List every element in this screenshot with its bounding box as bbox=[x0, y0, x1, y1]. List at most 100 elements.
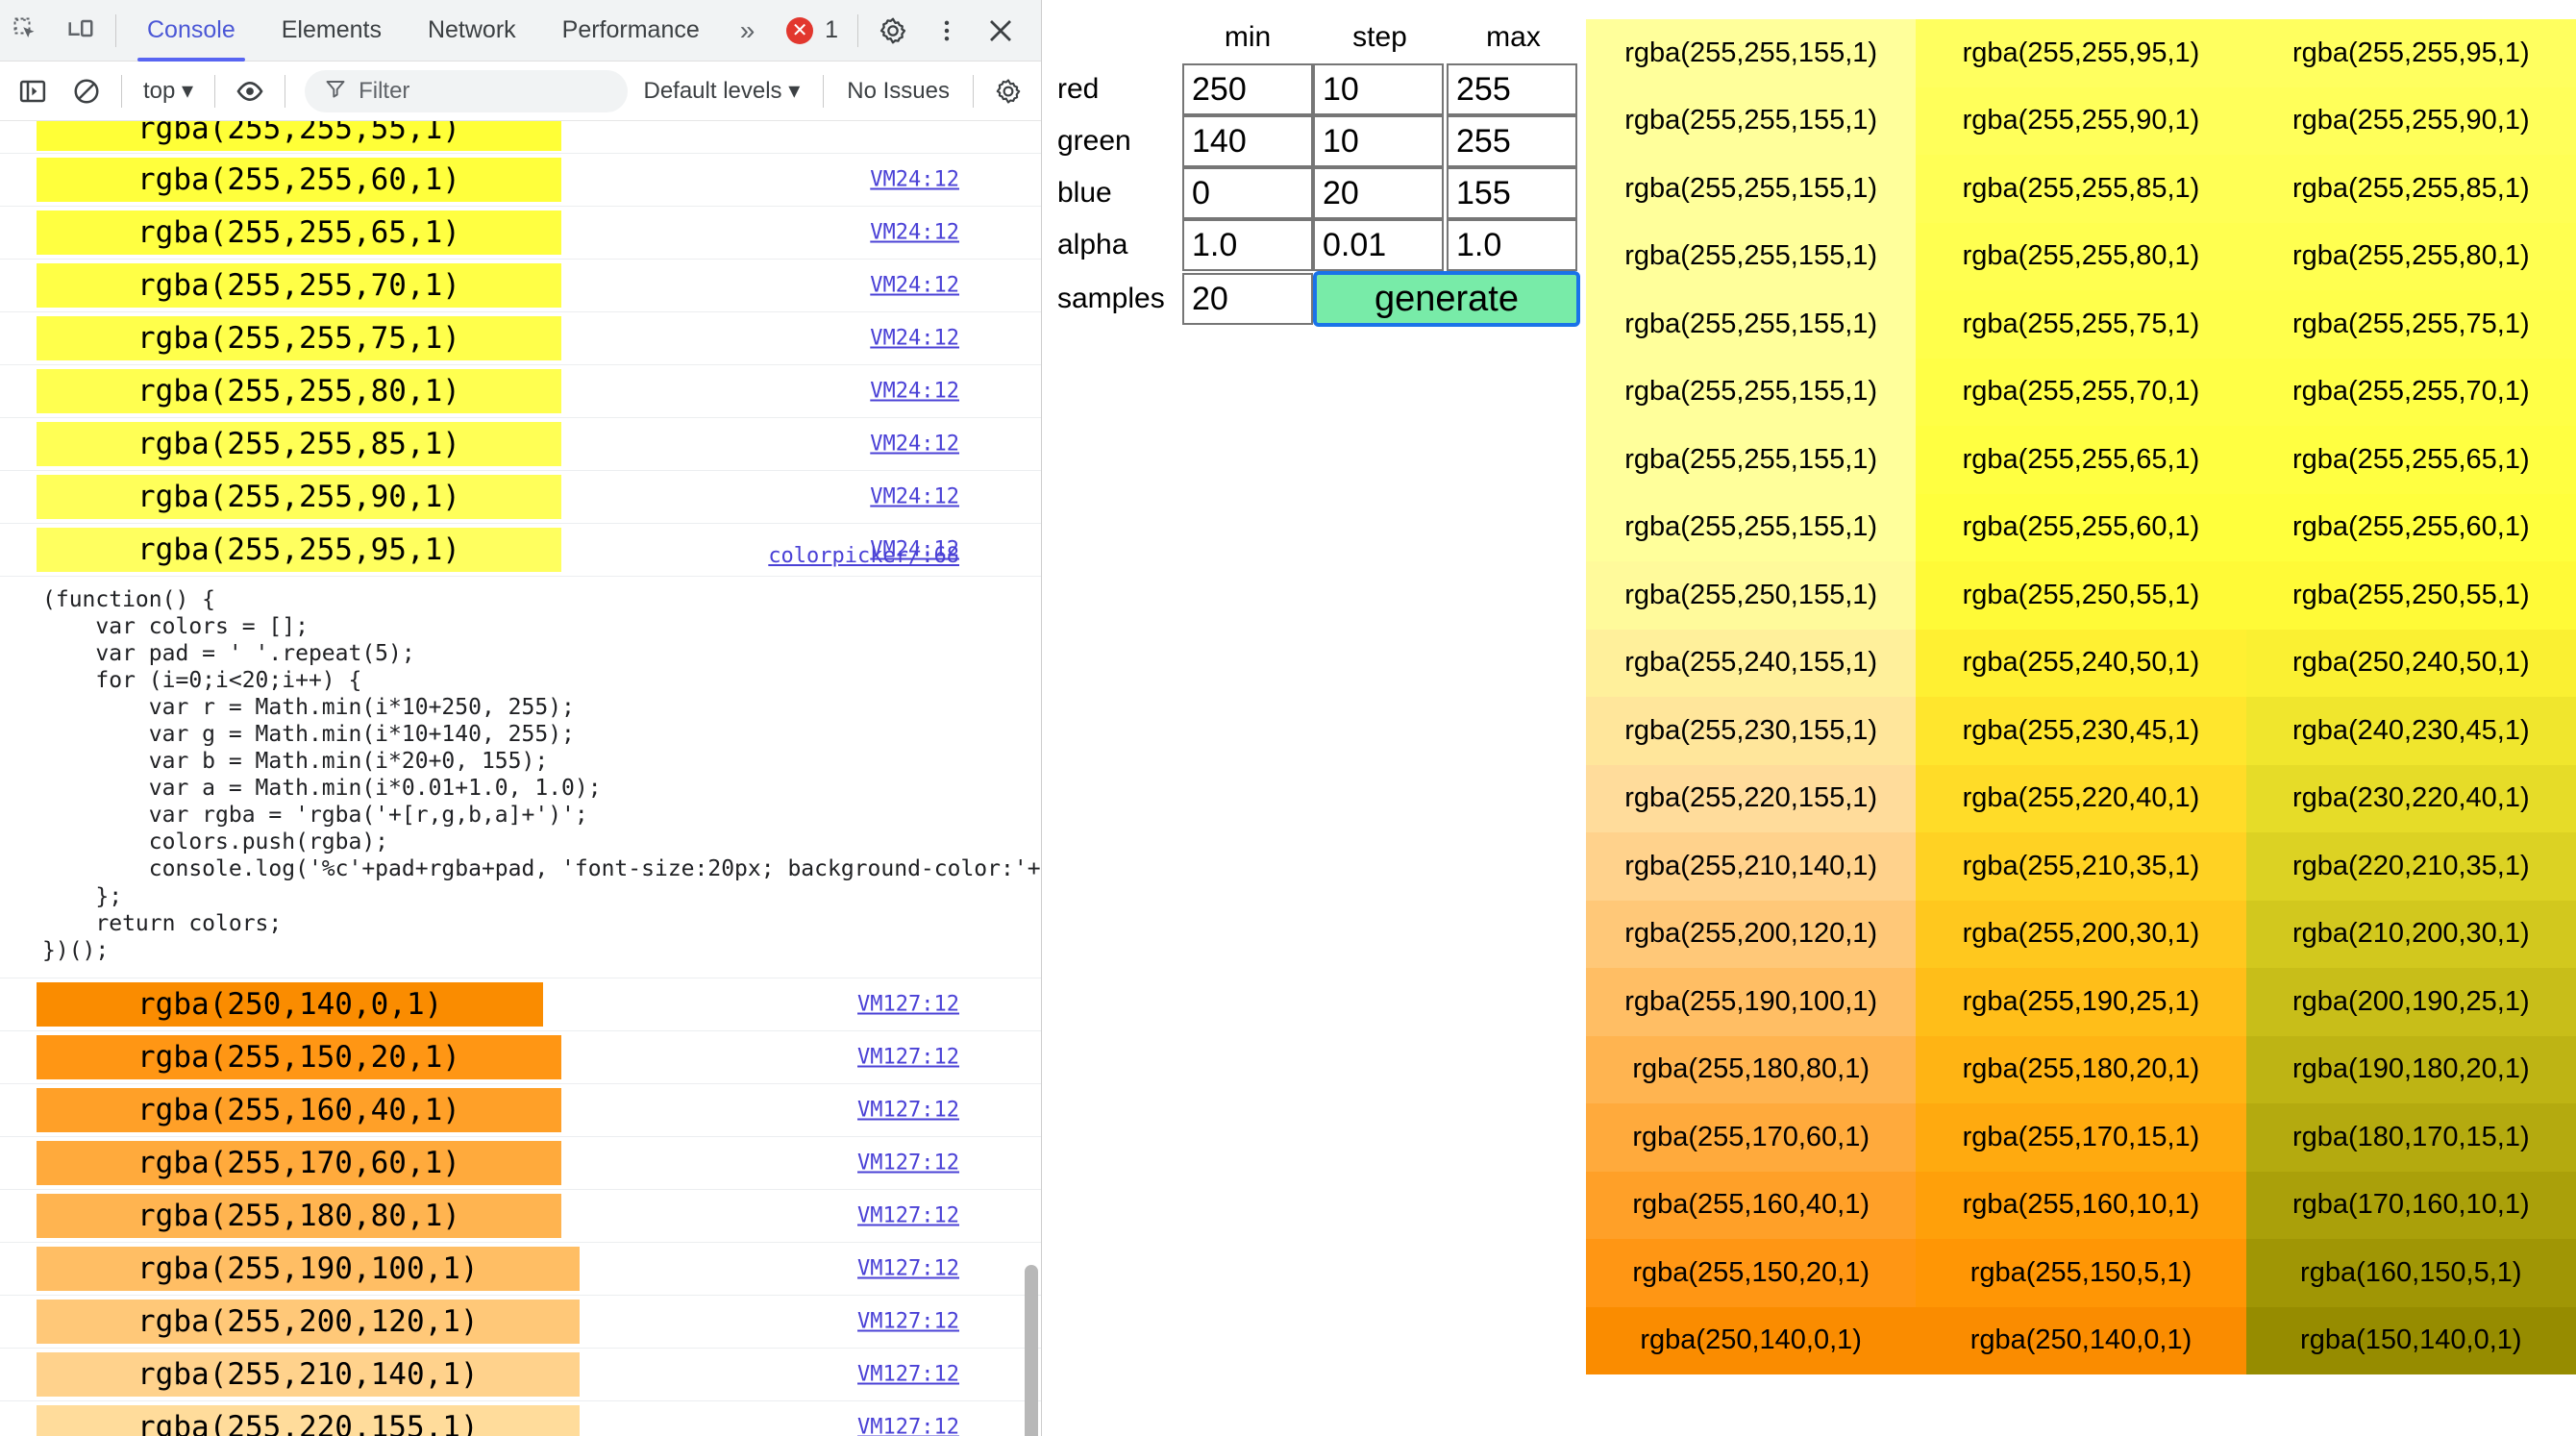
console-log-row[interactable]: rgba(255,255,60,1) VM24:12 bbox=[0, 154, 1041, 207]
swatch-cell[interactable]: rgba(255,255,85,1) bbox=[2245, 155, 2576, 223]
swatch-cell[interactable]: rgba(255,255,65,1) bbox=[2245, 426, 2576, 494]
swatch-cell[interactable]: rgba(255,150,5,1) bbox=[1916, 1239, 2246, 1307]
source-link[interactable]: VM24:12 bbox=[870, 168, 959, 192]
swatch-cell[interactable]: rgba(255,150,20,1) bbox=[1586, 1239, 1917, 1307]
source-link[interactable]: VM24:12 bbox=[870, 485, 959, 509]
source-link[interactable]: VM127:12 bbox=[857, 1362, 959, 1386]
swatch-cell[interactable]: rgba(255,190,25,1) bbox=[1916, 968, 2246, 1036]
source-link[interactable]: VM24:12 bbox=[870, 433, 959, 457]
swatch-cell[interactable]: rgba(255,210,140,1) bbox=[1586, 832, 1917, 901]
swatch-cell[interactable]: rgba(255,210,35,1) bbox=[1916, 832, 2246, 901]
swatch-cell[interactable]: rgba(250,140,0,1) bbox=[1586, 1306, 1917, 1374]
swatch-cell[interactable]: rgba(255,255,155,1) bbox=[1586, 426, 1917, 494]
source-link[interactable]: colorpicker/:68 bbox=[768, 544, 959, 568]
source-link[interactable]: VM127:12 bbox=[857, 1098, 959, 1122]
alpha-min-input[interactable]: 1.0 bbox=[1182, 219, 1313, 271]
console-log-row[interactable]: rgba(255,190,100,1) VM127:12 bbox=[0, 1243, 1041, 1296]
swatch-cell[interactable]: rgba(170,160,10,1) bbox=[2245, 1171, 2576, 1239]
alpha-step-input[interactable]: 0.01 bbox=[1313, 219, 1444, 271]
console-log-row[interactable]: rgba(255,210,140,1) VM127:12 bbox=[0, 1349, 1041, 1401]
source-link[interactable]: VM127:12 bbox=[857, 1309, 959, 1333]
tab-console[interactable]: Console bbox=[124, 0, 259, 62]
swatch-cell[interactable]: rgba(220,210,35,1) bbox=[2245, 832, 2576, 901]
tab-network[interactable]: Network bbox=[405, 0, 539, 62]
console-log-row[interactable]: rgba(255,255,55,1) bbox=[0, 121, 1041, 154]
swatch-cell[interactable]: rgba(255,220,40,1) bbox=[1916, 764, 2246, 832]
swatch-cell[interactable]: rgba(255,170,15,1) bbox=[1916, 1103, 2246, 1172]
source-link[interactable]: VM24:12 bbox=[870, 380, 959, 404]
swatch-cell[interactable]: rgba(255,255,95,1) bbox=[2245, 19, 2576, 87]
console-log-row[interactable]: rgba(255,180,80,1) VM127:12 bbox=[0, 1190, 1041, 1243]
swatch-cell[interactable]: rgba(255,255,70,1) bbox=[1916, 358, 2246, 426]
swatch-cell[interactable]: rgba(255,250,55,1) bbox=[2245, 561, 2576, 630]
console-log-row[interactable]: rgba(255,220,155,1) VM127:12 bbox=[0, 1401, 1041, 1436]
red-max-input[interactable]: 255 bbox=[1447, 63, 1577, 115]
swatch-cell[interactable]: rgba(255,240,50,1) bbox=[1916, 629, 2246, 697]
blue-step-input[interactable]: 20 bbox=[1313, 167, 1444, 219]
source-link[interactable]: VM127:12 bbox=[857, 992, 959, 1016]
swatch-cell[interactable]: rgba(255,255,80,1) bbox=[1916, 222, 2246, 290]
swatch-cell[interactable]: rgba(255,250,155,1) bbox=[1586, 561, 1917, 630]
console-log-row[interactable]: rgba(250,140,0,1) VM127:12 bbox=[0, 978, 1041, 1031]
source-link[interactable]: VM24:12 bbox=[870, 327, 959, 351]
console-scrollbar[interactable] bbox=[1025, 1265, 1038, 1436]
swatch-cell[interactable]: rgba(250,140,0,1) bbox=[1916, 1306, 2246, 1374]
blue-max-input[interactable]: 155 bbox=[1447, 167, 1577, 219]
samples-input[interactable]: 20 bbox=[1182, 273, 1313, 325]
console-log-row[interactable]: rgba(255,255,65,1) VM24:12 bbox=[0, 207, 1041, 260]
green-max-input[interactable]: 255 bbox=[1447, 115, 1577, 167]
gear-icon[interactable] bbox=[866, 4, 920, 58]
swatch-cell[interactable]: rgba(255,255,75,1) bbox=[2245, 290, 2576, 359]
swatch-cell[interactable]: rgba(255,190,100,1) bbox=[1586, 968, 1917, 1036]
swatch-cell[interactable]: rgba(255,255,90,1) bbox=[1916, 87, 2246, 155]
generate-button[interactable]: generate bbox=[1313, 271, 1580, 327]
swatch-cell[interactable]: rgba(255,255,80,1) bbox=[2245, 222, 2576, 290]
device-toolbar-icon[interactable] bbox=[54, 4, 108, 58]
swatch-cell[interactable]: rgba(255,255,155,1) bbox=[1586, 290, 1917, 359]
source-link[interactable]: VM24:12 bbox=[870, 274, 959, 298]
swatch-cell[interactable]: rgba(255,250,55,1) bbox=[1916, 561, 2246, 630]
swatch-cell[interactable]: rgba(255,170,60,1) bbox=[1586, 1103, 1917, 1172]
swatch-cell[interactable]: rgba(210,200,30,1) bbox=[2245, 900, 2576, 968]
console-log-list[interactable]: rgba(255,255,55,1) rgba(255,255,60,1) VM24… bbox=[0, 121, 1041, 1436]
alpha-max-input[interactable]: 1.0 bbox=[1447, 219, 1577, 271]
source-link[interactable]: VM127:12 bbox=[857, 1256, 959, 1280]
console-log-row[interactable]: rgba(255,170,60,1) VM127:12 bbox=[0, 1137, 1041, 1190]
source-link[interactable]: VM127:12 bbox=[857, 1415, 959, 1436]
swatch-cell[interactable]: rgba(255,180,80,1) bbox=[1586, 1035, 1917, 1103]
more-tabs-button[interactable]: » bbox=[723, 15, 771, 46]
swatch-cell[interactable]: rgba(255,255,60,1) bbox=[1916, 493, 2246, 561]
swatch-cell[interactable]: rgba(255,255,155,1) bbox=[1586, 493, 1917, 561]
console-log-row[interactable]: rgba(255,160,40,1) VM127:12 bbox=[0, 1084, 1041, 1137]
error-badge[interactable]: ✕ 1 bbox=[775, 16, 850, 44]
swatch-cell[interactable]: rgba(255,255,75,1) bbox=[1916, 290, 2246, 359]
tab-elements[interactable]: Elements bbox=[259, 0, 405, 62]
swatch-cell[interactable]: rgba(240,230,45,1) bbox=[2245, 697, 2576, 765]
swatch-cell[interactable]: rgba(200,190,25,1) bbox=[2245, 968, 2576, 1036]
green-step-input[interactable]: 10 bbox=[1313, 115, 1444, 167]
red-step-input[interactable]: 10 bbox=[1313, 63, 1444, 115]
source-link[interactable]: VM127:12 bbox=[857, 1151, 959, 1175]
live-expression-icon[interactable] bbox=[223, 64, 277, 118]
console-log-row[interactable]: rgba(255,255,90,1) VM24:12 bbox=[0, 471, 1041, 524]
swatch-cell[interactable]: rgba(255,255,60,1) bbox=[2245, 493, 2576, 561]
inspect-element-icon[interactable] bbox=[0, 4, 54, 58]
swatch-cell[interactable]: rgba(255,230,155,1) bbox=[1586, 697, 1917, 765]
swatch-cell[interactable]: rgba(255,255,155,1) bbox=[1586, 19, 1917, 87]
console-log-row[interactable]: rgba(255,255,75,1) VM24:12 bbox=[0, 312, 1041, 365]
swatch-cell[interactable]: rgba(180,170,15,1) bbox=[2245, 1103, 2576, 1172]
issues-status[interactable]: No Issues bbox=[831, 78, 965, 105]
show-console-sidebar-icon[interactable] bbox=[6, 64, 60, 118]
close-icon[interactable] bbox=[974, 4, 1028, 58]
swatch-cell[interactable]: rgba(255,255,90,1) bbox=[2245, 87, 2576, 155]
kebab-menu-icon[interactable] bbox=[920, 4, 974, 58]
swatch-cell[interactable]: rgba(255,230,45,1) bbox=[1916, 697, 2246, 765]
red-min-input[interactable]: 250 bbox=[1182, 63, 1313, 115]
swatch-cell[interactable]: rgba(255,255,85,1) bbox=[1916, 155, 2246, 223]
execution-context-selector[interactable]: top ▾ bbox=[130, 77, 207, 105]
blue-min-input[interactable]: 0 bbox=[1182, 167, 1313, 219]
log-levels-selector[interactable]: Default levels ▾ bbox=[628, 77, 815, 105]
filter-input[interactable]: Filter bbox=[305, 69, 629, 112]
swatch-cell[interactable]: rgba(255,255,155,1) bbox=[1586, 358, 1917, 426]
swatch-cell[interactable]: rgba(190,180,20,1) bbox=[2245, 1035, 2576, 1103]
